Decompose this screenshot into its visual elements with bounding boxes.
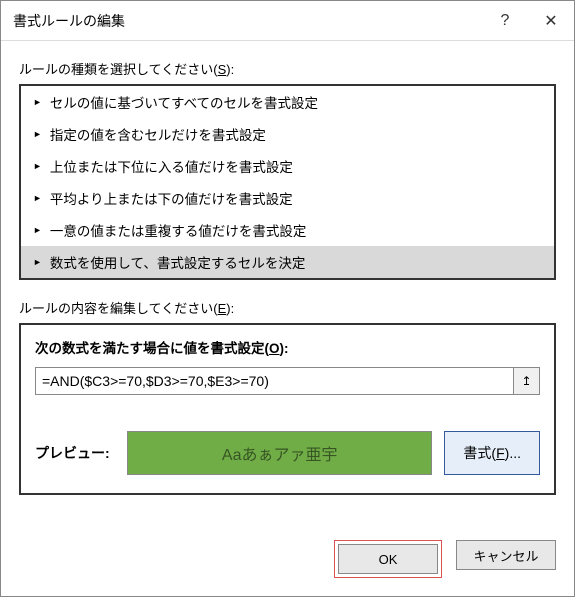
formula-row: ↥ <box>35 367 540 395</box>
preview-label: プレビュー: <box>35 443 115 463</box>
preview-row: プレビュー: Aaあぁアァ亜宇 書式(F)... <box>35 431 540 475</box>
rule-type-item-label: 数式を使用して、書式設定するセルを決定 <box>50 252 305 272</box>
collapse-dialog-icon: ↥ <box>521 374 531 388</box>
rule-type-item-label: セルの値に基づいてすべてのセルを書式設定 <box>50 92 318 112</box>
cancel-button[interactable]: キャンセル <box>456 540 556 570</box>
arrow-icon: ► <box>33 193 42 203</box>
rule-type-item[interactable]: ► 一意の値または重複する値だけを書式設定 <box>21 214 554 246</box>
format-button[interactable]: 書式(F)... <box>444 431 540 475</box>
dialog-buttons: OK キャンセル <box>1 540 574 596</box>
dialog-title: 書式ルールの編集 <box>13 11 482 31</box>
reference-picker-button[interactable]: ↥ <box>513 368 539 394</box>
titlebar: 書式ルールの編集 ? ✕ <box>1 1 574 41</box>
rule-type-item[interactable]: ► セルの値に基づいてすべてのセルを書式設定 <box>21 86 554 118</box>
arrow-icon: ► <box>33 161 42 171</box>
rule-type-item-label: 平均より上または下の値だけを書式設定 <box>50 188 293 208</box>
arrow-icon: ► <box>33 225 42 235</box>
arrow-icon: ► <box>33 97 42 107</box>
rule-type-item[interactable]: ► 上位または下位に入る値だけを書式設定 <box>21 150 554 182</box>
rule-type-label: ルールの種類を選択してください(S): <box>19 59 556 78</box>
rule-content-label: ルールの内容を編集してください(E): <box>19 298 556 317</box>
rule-type-item[interactable]: ► 平均より上または下の値だけを書式設定 <box>21 182 554 214</box>
arrow-icon: ► <box>33 129 42 139</box>
preview-swatch: Aaあぁアァ亜宇 <box>127 431 432 475</box>
help-button[interactable]: ? <box>482 1 528 41</box>
rule-content-box: 次の数式を満たす場合に値を書式設定(O): ↥ プレビュー: Aaあぁアァ亜宇 … <box>19 323 556 495</box>
rule-type-item-label: 上位または下位に入る値だけを書式設定 <box>50 156 293 176</box>
rule-type-item[interactable]: ► 指定の値を含むセルだけを書式設定 <box>21 118 554 150</box>
ok-highlight: OK <box>334 540 442 578</box>
arrow-icon: ► <box>33 257 42 267</box>
rule-type-item-label: 指定の値を含むセルだけを書式設定 <box>50 124 266 144</box>
rule-type-list[interactable]: ► セルの値に基づいてすべてのセルを書式設定 ► 指定の値を含むセルだけを書式設… <box>19 84 556 280</box>
formula-label: 次の数式を満たす場合に値を書式設定(O): <box>35 337 540 357</box>
formula-input[interactable] <box>36 368 513 394</box>
edit-format-rule-dialog: 書式ルールの編集 ? ✕ ルールの種類を選択してください(S): ► セルの値に… <box>0 0 575 597</box>
dialog-content: ルールの種類を選択してください(S): ► セルの値に基づいてすべてのセルを書式… <box>1 41 574 540</box>
rule-type-item-label: 一意の値または重複する値だけを書式設定 <box>50 220 307 240</box>
close-button[interactable]: ✕ <box>528 1 574 41</box>
ok-button[interactable]: OK <box>338 544 438 574</box>
rule-type-item[interactable]: ► 数式を使用して、書式設定するセルを決定 <box>21 246 554 278</box>
